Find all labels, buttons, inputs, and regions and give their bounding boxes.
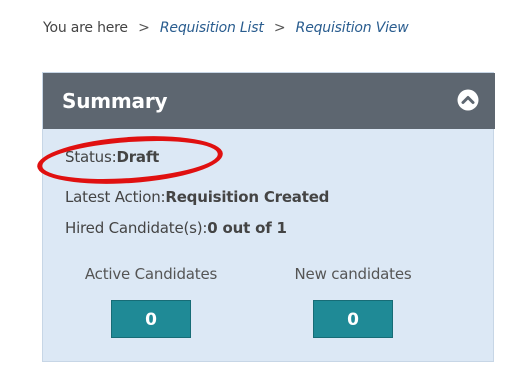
breadcrumb-link-requisition-list[interactable]: Requisition List [160,20,264,36]
latest-action-value: Requisition Created [165,188,330,206]
latest-action-label: Latest Action: [65,188,166,206]
chevron-up-circle-icon[interactable] [457,89,479,111]
summary-header: Summary [43,73,495,129]
hired-candidates-label: Hired Candidate(s): [65,219,208,237]
summary-title: Summary [62,89,168,113]
latest-action-row: Latest Action:Requisition Created [65,188,329,206]
breadcrumb-separator: > [273,20,286,36]
page: You are here > Requisition List > Requis… [0,0,515,374]
active-candidates-label: Active Candidates [84,265,218,283]
active-candidates-block: Active Candidates 0 [61,265,241,338]
summary-panel: Summary Status:Draft Latest Action:Requi… [42,72,495,362]
new-candidates-count-button[interactable]: 0 [313,300,393,338]
new-candidates-block: New candidates 0 [268,265,438,338]
breadcrumb-prefix: You are here [43,20,128,36]
breadcrumb-link-requisition-view[interactable]: Requisition View [296,20,409,36]
breadcrumb-separator: > [138,20,150,36]
new-candidates-label: New candidates [294,265,412,283]
breadcrumb: You are here > Requisition List > Requis… [43,20,409,36]
hired-candidates-value: 0 out of 1 [207,219,287,237]
active-candidates-count-button[interactable]: 0 [111,300,191,338]
hired-candidates-row: Hired Candidate(s):0 out of 1 [65,219,287,237]
